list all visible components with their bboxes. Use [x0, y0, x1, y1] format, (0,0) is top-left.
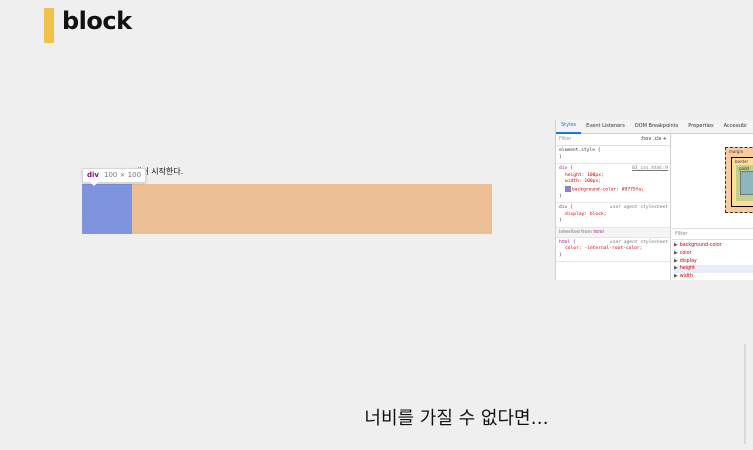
- rule-source-link[interactable]: 03_css.html:9: [632, 166, 668, 173]
- rule-property-bgcolor[interactable]: background-color: #9775fa;: [559, 185, 667, 194]
- computed-properties-list: ▶ background-color ▶ color ▶ display ▶ heigh…: [674, 242, 753, 280]
- rule-close: }: [559, 193, 562, 199]
- rule-source: user agent stylesheet: [609, 239, 668, 245]
- computed-prop-name: color: [679, 250, 692, 256]
- box-model-padding: padd: [736, 165, 753, 201]
- inherited-label: Inherited from: [559, 229, 592, 235]
- style-rule-element: element.style { }: [556, 146, 670, 164]
- box-model-border: border padd: [731, 157, 753, 207]
- rule-source: user agent stylesheet: [609, 205, 668, 210]
- styles-pane: Filter :hov .cls + element.style { } 03_…: [556, 134, 671, 280]
- computed-filter-input[interactable]: Filter: [672, 228, 753, 240]
- style-rule-div-ua: user agent stylesheet div { display: blo…: [556, 203, 670, 228]
- rule-property-text: background-color: #9775fa;: [572, 187, 644, 192]
- tooltip-dimensions: 100 × 100: [103, 171, 142, 179]
- styles-filter-input[interactable]: Filter :hov .cls +: [556, 134, 670, 146]
- rule-close: }: [559, 154, 562, 160]
- devtools-tabs: Styles Event Listeners DOM Breakpoints P…: [556, 120, 753, 134]
- rule-close: }: [559, 252, 562, 258]
- expand-arrow-icon[interactable]: ▶: [674, 251, 678, 256]
- title-accent-bar: [44, 8, 54, 43]
- computed-item[interactable]: ▶ width: [674, 273, 753, 280]
- computed-prop-name: display: [679, 258, 697, 264]
- computed-pane: margin border padd Filter ▶ background-co…: [672, 134, 753, 280]
- box-model-margin-label: margin: [729, 149, 744, 154]
- tab-accessibility[interactable]: Accessibi: [719, 120, 752, 133]
- style-rule-div: 03_css.html:9 div { height: 100px; width…: [556, 164, 670, 203]
- div-element-box[interactable]: [82, 184, 132, 234]
- computed-prop-name: width: [679, 274, 693, 280]
- inherited-header: Inherited from html: [556, 227, 670, 238]
- computed-prop-name: background-color: [679, 243, 722, 248]
- tab-dom-breakpoints[interactable]: DOM Breakpoints: [630, 120, 683, 133]
- inspector-tooltip: div 100 × 100: [82, 168, 147, 183]
- tab-event-listeners[interactable]: Event Listeners: [581, 120, 630, 133]
- slide-title: block: [62, 7, 132, 35]
- tab-properties[interactable]: Properties: [683, 120, 718, 133]
- computed-item[interactable]: ▶ color: [674, 250, 753, 258]
- tab-styles[interactable]: Styles: [556, 120, 582, 134]
- computed-item[interactable]: ▶ height: [674, 265, 753, 274]
- expand-arrow-icon[interactable]: ▶: [674, 243, 678, 248]
- video-subtitle: 너비를 가질 수 없다면…: [364, 408, 549, 429]
- devtools-panel: Styles Event Listeners DOM Breakpoints P…: [555, 120, 753, 280]
- inherited-tag-link[interactable]: html: [593, 230, 603, 235]
- box-model-margin: margin border padd: [725, 147, 753, 213]
- color-swatch-icon[interactable]: [565, 185, 571, 192]
- tooltip-tag-name: div: [87, 171, 99, 179]
- hov-cls-buttons[interactable]: :hov .cls +: [640, 134, 667, 145]
- expand-arrow-icon[interactable]: ▶: [674, 259, 678, 264]
- box-model-content: [740, 171, 753, 195]
- box-model-border-label: border: [735, 159, 749, 164]
- expand-arrow-icon[interactable]: ▶: [674, 274, 678, 279]
- styles-filter-placeholder: Filter: [559, 136, 572, 142]
- computed-prop-name: height: [679, 266, 695, 272]
- div-margin-highlight: [82, 184, 492, 234]
- style-rule-html: user agent stylesheet html { color: -int…: [556, 238, 670, 262]
- expand-arrow-icon[interactable]: ▶: [674, 266, 678, 271]
- rule-close: }: [559, 218, 562, 223]
- computed-item[interactable]: ▶ background-color: [674, 242, 753, 250]
- tooltip-caret: [90, 182, 98, 186]
- computed-item[interactable]: ▶ display: [674, 258, 753, 266]
